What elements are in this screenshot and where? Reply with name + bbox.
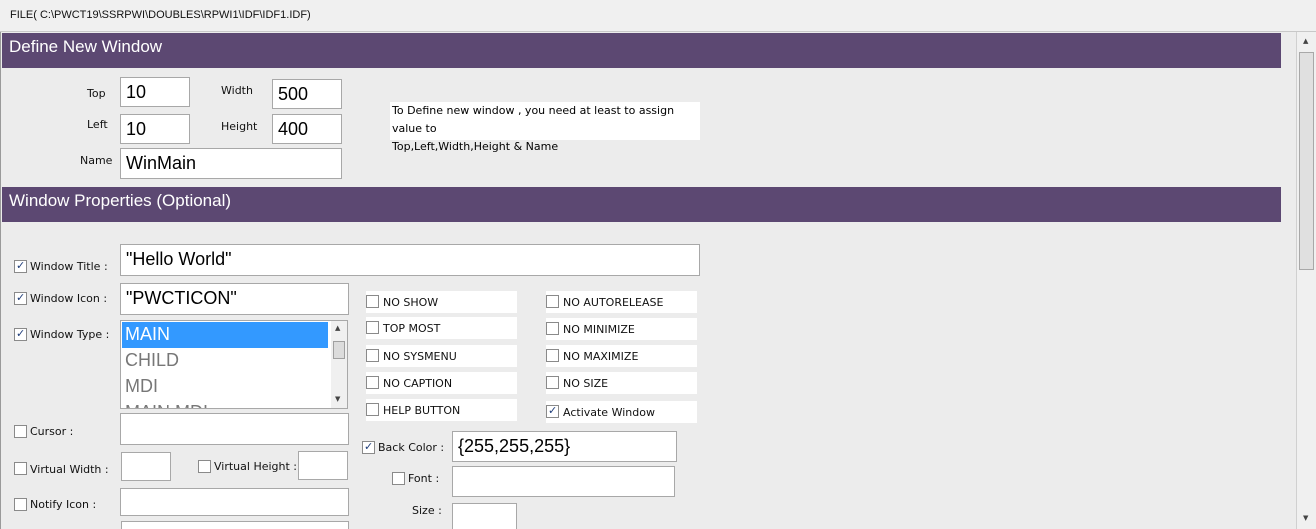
window-type-label: Window Type : — [30, 328, 110, 341]
window-icon-input[interactable]: "PWCTICON" — [120, 283, 349, 315]
window-title-input[interactable]: "Hello World" — [120, 244, 700, 276]
window-properties-header: Window Properties (Optional) — [2, 187, 1281, 222]
note-line-1: To Define new window , you need at least… — [392, 104, 675, 135]
font-checkbox[interactable] — [392, 472, 405, 485]
note-line-2: Top,Left,Width,Height & Name — [392, 140, 559, 153]
file-path: FILE( C:\PWCT19\SSRPWI\DOUBLES\RPWI1\IDF… — [10, 9, 311, 21]
cursor-label: Cursor : — [30, 425, 74, 438]
option-no-size[interactable]: NO SIZE — [546, 372, 697, 394]
no-caption-label: NO CAPTION — [383, 377, 453, 390]
width-label: Width — [221, 84, 253, 97]
main-scroll-thumb[interactable] — [1299, 52, 1314, 270]
scroll-down-icon[interactable]: ▼ — [1303, 514, 1308, 522]
cursor-checkbox[interactable] — [14, 425, 27, 438]
main-scrollbar[interactable]: ▲ ▼ — [1296, 32, 1316, 529]
left-label: Left — [87, 118, 108, 131]
option-no-sysmenu[interactable]: NO SYSMENU — [366, 345, 517, 367]
height-label: Height — [221, 120, 258, 133]
option-no-maximize[interactable]: NO MAXIMIZE — [546, 345, 697, 367]
option-activate-window[interactable]: Activate Window — [546, 401, 697, 423]
no-autorelease-label: NO AUTORELEASE — [563, 296, 664, 309]
font-label: Font : — [408, 472, 440, 485]
window-type-checkbox[interactable] — [14, 327, 27, 341]
option-top-most[interactable]: TOP MOST — [366, 317, 517, 339]
size-label: Size : — [412, 504, 442, 517]
no-caption-checkbox[interactable] — [366, 376, 379, 389]
top-most-label: TOP MOST — [383, 322, 441, 335]
activate-window-label: Activate Window — [563, 406, 655, 419]
back-color-label: Back Color : — [378, 441, 445, 454]
option-no-minimize[interactable]: NO MINIMIZE — [546, 318, 697, 340]
no-sysmenu-label: NO SYSMENU — [383, 350, 457, 363]
window-icon-label: Window Icon : — [30, 292, 108, 305]
next-field-input[interactable] — [121, 521, 349, 529]
no-size-checkbox[interactable] — [546, 376, 559, 389]
listbox-scroll-thumb[interactable] — [333, 341, 345, 359]
form-panel: Define New Window Top 10 Width 500 Left … — [0, 32, 1296, 529]
list-item[interactable]: MAIN — [122, 322, 328, 348]
list-item[interactable]: CHILD — [122, 348, 328, 374]
top-input[interactable]: 10 — [120, 77, 190, 107]
help-button-label: HELP BUTTON — [383, 404, 461, 417]
option-no-autorelease[interactable]: NO AUTORELEASE — [546, 291, 697, 313]
no-sysmenu-checkbox[interactable] — [366, 349, 379, 362]
no-autorelease-checkbox[interactable] — [546, 295, 559, 308]
height-input[interactable]: 400 — [272, 114, 342, 144]
list-item[interactable]: MAIN MDI — [122, 400, 328, 408]
back-color-checkbox[interactable] — [362, 440, 375, 454]
virtual-width-checkbox[interactable] — [14, 462, 27, 475]
window-icon-checkbox[interactable] — [14, 291, 27, 305]
help-button-checkbox[interactable] — [366, 403, 379, 416]
size-input[interactable] — [452, 503, 517, 529]
top-label: Top — [87, 87, 106, 100]
no-show-label: NO SHOW — [383, 296, 439, 309]
notify-icon-input[interactable] — [120, 488, 349, 516]
no-maximize-checkbox[interactable] — [546, 349, 559, 362]
name-input[interactable]: WinMain — [120, 148, 342, 179]
no-minimize-label: NO MINIMIZE — [563, 323, 635, 336]
virtual-height-label: Virtual Height : — [214, 460, 298, 473]
left-input[interactable]: 10 — [120, 114, 190, 144]
option-no-show[interactable]: NO SHOW — [366, 291, 517, 313]
font-input[interactable] — [452, 466, 675, 497]
virtual-width-input[interactable] — [121, 452, 171, 481]
no-minimize-checkbox[interactable] — [546, 322, 559, 335]
back-color-input[interactable]: {255,255,255} — [452, 431, 677, 462]
window-title-checkbox[interactable] — [14, 259, 27, 273]
window-type-listbox[interactable]: MAIN CHILD MDI MAIN MDI ▲ ▼ — [120, 320, 348, 409]
instruction-note: To Define new window , you need at least… — [390, 102, 700, 153]
option-help-button[interactable]: HELP BUTTON — [366, 399, 517, 421]
title-bar: FILE( C:\PWCT19\SSRPWI\DOUBLES\RPWI1\IDF… — [0, 0, 1316, 32]
notify-icon-checkbox[interactable] — [14, 498, 27, 511]
option-no-caption[interactable]: NO CAPTION — [366, 372, 517, 394]
no-show-checkbox[interactable] — [366, 295, 379, 308]
notify-icon-label: Notify Icon : — [30, 498, 97, 511]
listbox-scrollbar[interactable]: ▲ ▼ — [331, 321, 347, 408]
cursor-input[interactable] — [120, 413, 349, 445]
scroll-up-icon[interactable]: ▲ — [1303, 37, 1308, 45]
no-size-label: NO SIZE — [563, 377, 609, 390]
name-label: Name — [80, 154, 113, 167]
virtual-height-input[interactable] — [298, 451, 348, 480]
top-most-checkbox[interactable] — [366, 321, 379, 334]
virtual-height-checkbox[interactable] — [198, 460, 211, 473]
list-item[interactable]: MDI — [122, 374, 328, 400]
scroll-down-icon[interactable]: ▼ — [335, 395, 340, 403]
define-window-header: Define New Window — [2, 33, 1281, 68]
width-input[interactable]: 500 — [272, 79, 342, 109]
activate-window-checkbox[interactable] — [546, 404, 559, 418]
virtual-width-label: Virtual Width : — [30, 463, 109, 476]
window-title-label: Window Title : — [30, 260, 108, 273]
no-maximize-label: NO MAXIMIZE — [563, 350, 639, 363]
scroll-up-icon[interactable]: ▲ — [335, 324, 340, 332]
